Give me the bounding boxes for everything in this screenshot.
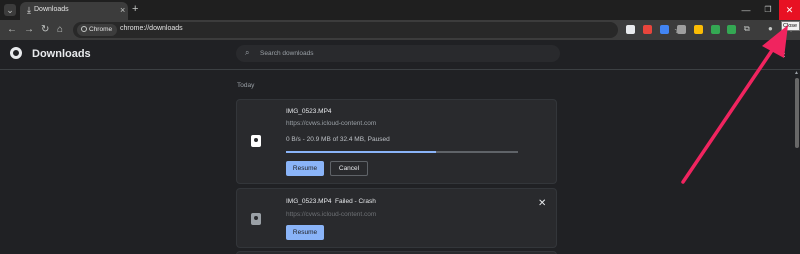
source-url: https://cvws.icloud-content.com (286, 211, 377, 218)
downloads-header: Downloads ⌕ ⋮ (0, 40, 800, 70)
home-icon[interactable]: ⌂ (57, 23, 63, 37)
search-icon: ⌕ (245, 48, 250, 57)
download-item: IMG_0523.MP4 Failed - Crash https://cvws… (236, 188, 557, 248)
tab-close-icon[interactable]: × (120, 5, 125, 15)
search-input[interactable] (260, 48, 540, 59)
tab-strip: ⌄ ⤓ Downloads × + — ❐ ✕ (0, 0, 800, 20)
video-file-icon (251, 135, 261, 147)
progress-status: 0 B/s - 20.9 MB of 32.4 MB, Paused (286, 136, 390, 143)
extension-icon[interactable] (643, 25, 652, 34)
file-name: IMG_0523.MP4 (286, 198, 332, 205)
source-url-link[interactable]: https://cvws.icloud-content.com (286, 120, 376, 127)
page-scrollbar[interactable]: ▲ (794, 70, 800, 254)
browser-toolbar: ← → ↻ ⌂ Chrome chrome://downloads ☆ ⧉ ● … (0, 20, 800, 40)
chrome-icon (81, 26, 87, 32)
resume-button[interactable]: Resume (286, 161, 324, 176)
download-icon: ⤓ (27, 5, 31, 15)
extension-icon[interactable] (727, 25, 736, 34)
url-text: chrome://downloads (120, 25, 183, 32)
site-chip[interactable]: Chrome (77, 24, 118, 36)
tab-search-button[interactable]: ⌄ (4, 4, 16, 16)
progress-bar (286, 151, 518, 153)
file-name-link[interactable]: IMG_0523.MP4 (286, 108, 332, 115)
back-icon[interactable]: ← (7, 23, 17, 37)
extension-icon[interactable] (677, 25, 686, 34)
close-tooltip: Close (781, 21, 800, 31)
tab-downloads[interactable]: ⤓ Downloads × (20, 2, 128, 20)
progress-bar-fill (286, 151, 436, 153)
video-file-icon (251, 213, 261, 225)
cancel-button[interactable]: Cancel (330, 161, 368, 176)
search-box[interactable]: ⌕ (236, 45, 560, 62)
close-window-button[interactable]: ✕ (779, 0, 800, 20)
extension-icon[interactable] (626, 25, 635, 34)
browser-window: ⌄ ⤓ Downloads × + — ❐ ✕ ← → ↻ ⌂ Chrome c… (0, 0, 800, 254)
reload-icon[interactable]: ↻ (41, 23, 49, 37)
date-heading: Today (237, 82, 255, 89)
chrome-logo-icon (10, 47, 22, 59)
scroll-up-arrow-icon[interactable]: ▲ (794, 71, 799, 76)
extension-icon[interactable] (660, 25, 669, 34)
forward-icon[interactable]: → (24, 23, 34, 37)
tab-title: Downloads (34, 6, 69, 13)
maximize-button[interactable]: ❐ (758, 0, 778, 20)
failed-status: Failed - Crash (335, 198, 376, 205)
download-item: IMG_0523.MP4 https://cvws.icloud-content… (236, 99, 557, 184)
resume-button[interactable]: Resume (286, 225, 324, 240)
extensions-puzzle-icon[interactable]: ⧉ (744, 24, 750, 34)
page-title: Downloads (32, 48, 91, 60)
remove-from-list-icon[interactable]: ✕ (538, 199, 546, 209)
address-bar[interactable]: Chrome chrome://downloads ☆ (73, 22, 682, 38)
extension-icon[interactable] (694, 25, 703, 34)
extension-icon[interactable] (711, 25, 720, 34)
new-tab-button[interactable]: + (132, 3, 138, 15)
minimize-button[interactable]: — (736, 0, 756, 20)
scrollbar-thumb[interactable] (795, 78, 799, 148)
page-menu-icon[interactable]: ⋮ (780, 47, 789, 59)
site-chip-label: Chrome (89, 26, 113, 33)
profile-icon[interactable]: ● (768, 24, 773, 34)
